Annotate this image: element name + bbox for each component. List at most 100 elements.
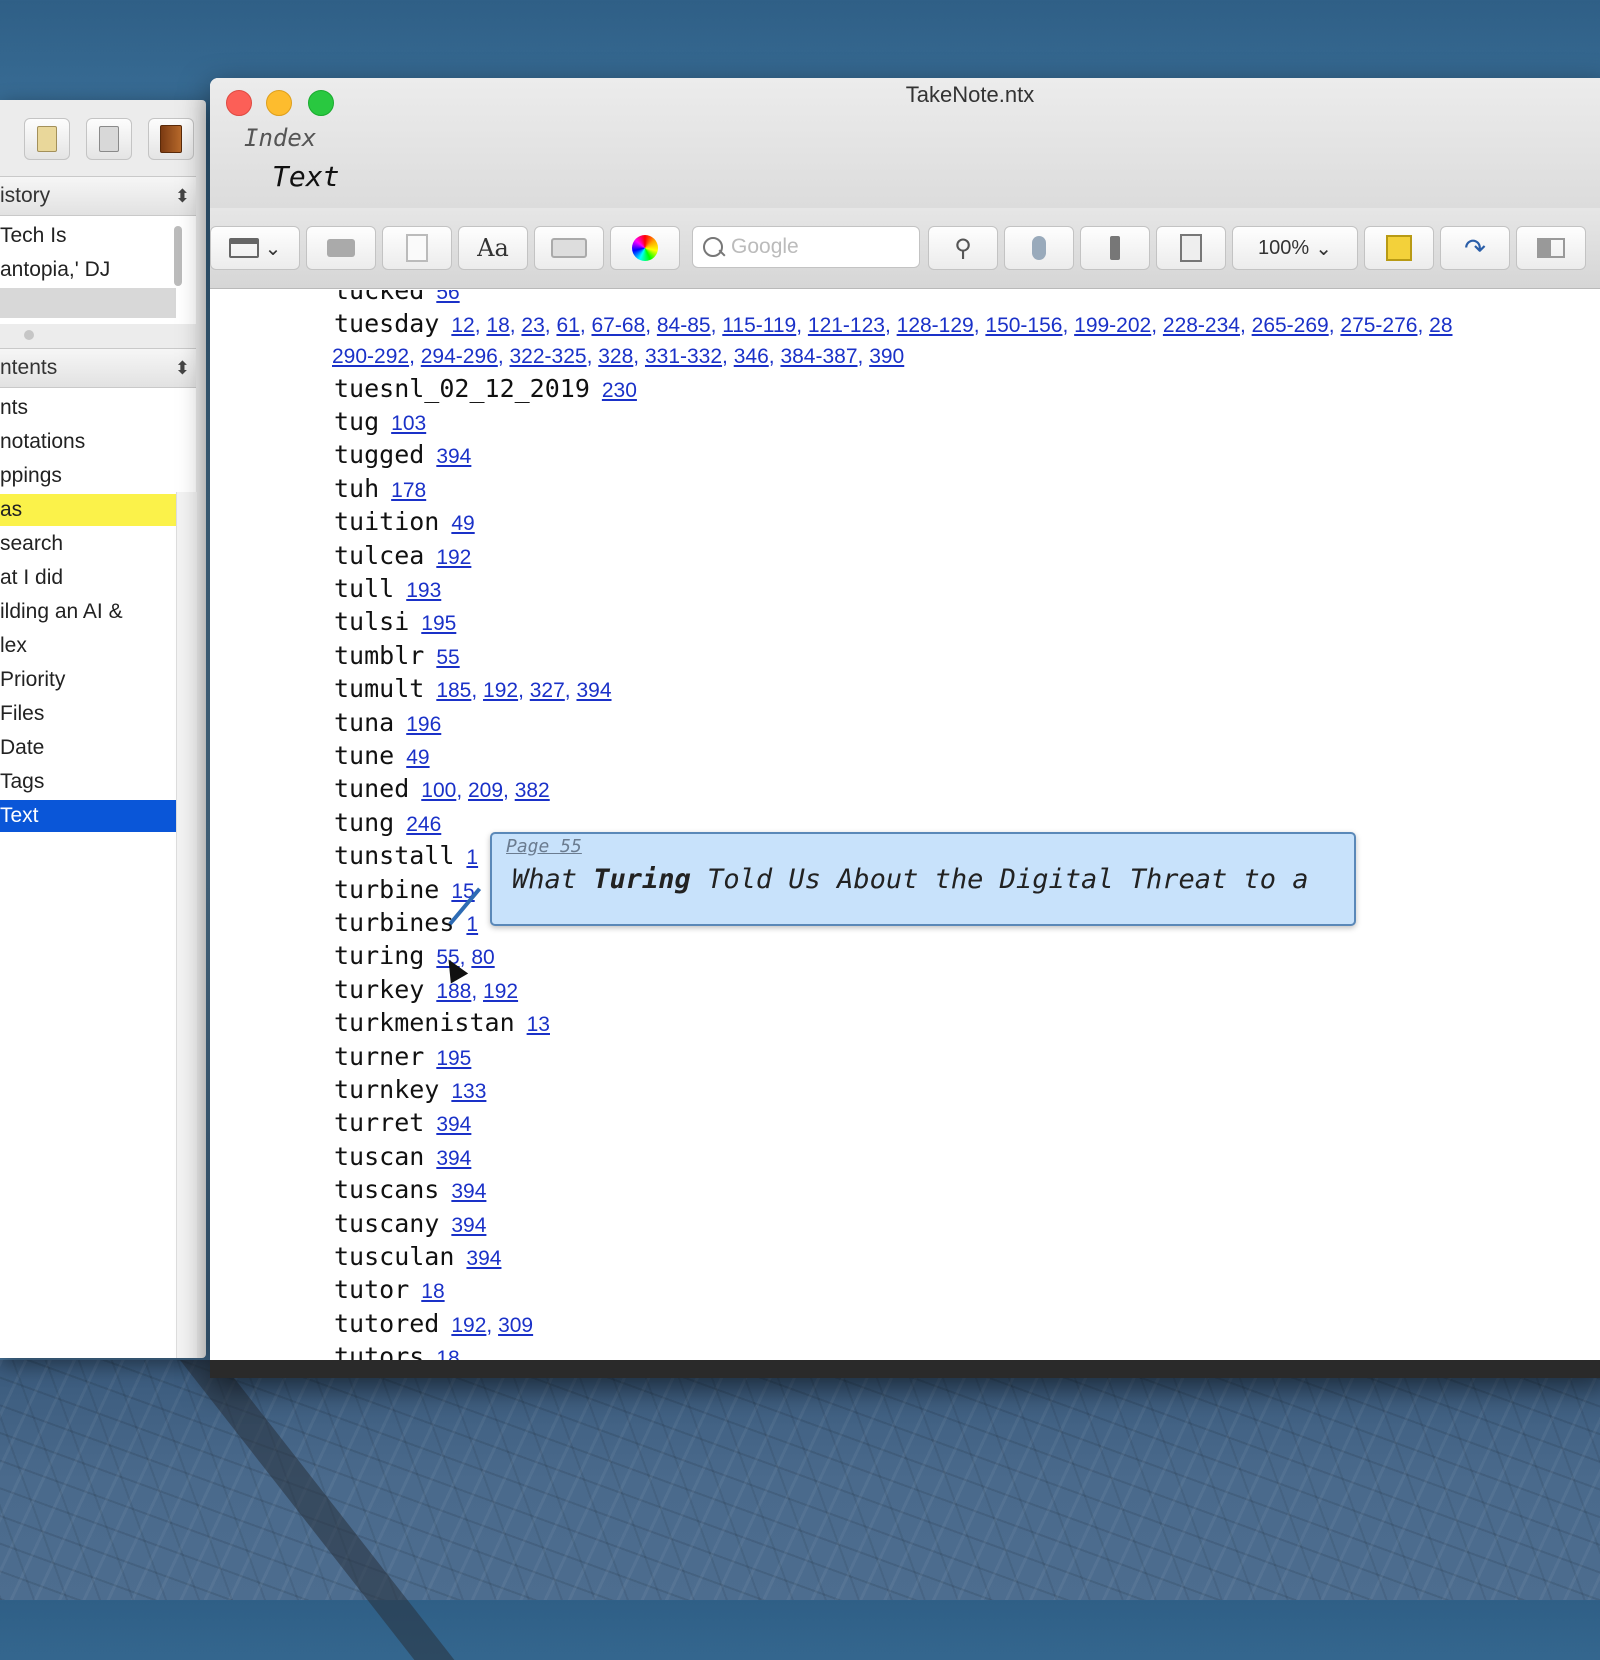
page-link[interactable]: 192 — [483, 980, 518, 1003]
page-link[interactable]: 294-296 — [421, 345, 498, 368]
page-button[interactable] — [382, 226, 452, 270]
layout-button[interactable]: ⌄ — [210, 226, 300, 270]
page-link[interactable]: 192 — [483, 679, 518, 702]
page-link[interactable]: 195 — [421, 612, 456, 635]
page-link[interactable]: 56 — [436, 290, 459, 304]
page-link[interactable]: 115-119 — [722, 314, 796, 337]
page-link[interactable]: 28 — [1429, 314, 1452, 337]
breadcrumb-text[interactable]: Text — [272, 160, 339, 193]
page-link[interactable]: 382 — [515, 779, 550, 802]
page-link[interactable]: 327 — [530, 679, 565, 702]
page-link[interactable]: 18 — [486, 314, 509, 337]
history-item[interactable]: Tech Is — [0, 220, 176, 252]
contents-item[interactable]: Files — [0, 698, 176, 730]
page-link[interactable]: 394 — [436, 445, 471, 468]
page-link[interactable]: 322-325 — [510, 345, 587, 368]
copy-document-button[interactable] — [86, 118, 132, 160]
page-link[interactable]: 265-269 — [1252, 314, 1329, 337]
page-link[interactable]: 61 — [556, 314, 579, 337]
page-link[interactable]: 196 — [406, 713, 441, 736]
new-document-button[interactable] — [24, 118, 70, 160]
page-link[interactable]: 195 — [436, 1047, 471, 1070]
page-link[interactable]: 18 — [436, 1347, 459, 1360]
contents-item-selected[interactable]: Text — [0, 800, 176, 832]
print-button[interactable] — [306, 226, 376, 270]
contents-item[interactable]: ilding an AI & — [0, 596, 176, 628]
page-link[interactable]: 178 — [391, 479, 426, 502]
page-link[interactable]: 390 — [869, 345, 904, 368]
page-link[interactable]: 80 — [471, 946, 494, 969]
contents-item-highlighted[interactable]: as — [0, 494, 176, 526]
page-link[interactable]: 331-332 — [645, 345, 722, 368]
pin-button[interactable]: ⚲ — [928, 226, 998, 270]
page-link[interactable]: 394 — [451, 1214, 486, 1237]
contents-item[interactable]: search — [0, 528, 176, 560]
page-link[interactable]: 309 — [498, 1314, 533, 1337]
page-link[interactable]: 394 — [436, 1147, 471, 1170]
page-link[interactable]: 49 — [406, 746, 429, 769]
page-link[interactable]: 290-292 — [332, 345, 409, 368]
page-link[interactable]: 230 — [602, 379, 637, 402]
search-field[interactable]: Google — [692, 226, 920, 268]
page-link[interactable]: 193 — [406, 579, 441, 602]
page-link[interactable]: 209 — [468, 779, 503, 802]
flashlight-button[interactable] — [1080, 226, 1150, 270]
contents-item[interactable]: Tags — [0, 766, 176, 798]
page-link[interactable]: 188 — [436, 980, 471, 1003]
history-item[interactable]: antopia,' DJ — [0, 254, 176, 286]
contents-header[interactable]: ntents ⬍ — [0, 348, 196, 388]
page-link[interactable]: 384-387 — [780, 345, 857, 368]
contents-item[interactable]: Priority — [0, 664, 176, 696]
page-link[interactable]: 394 — [576, 679, 611, 702]
contents-item[interactable]: ppings — [0, 460, 176, 492]
tooltip-page-link[interactable]: Page 55 — [506, 836, 582, 857]
contents-item[interactable]: nts — [0, 392, 176, 424]
page-link[interactable]: 394 — [436, 1113, 471, 1136]
breadcrumb-index[interactable]: Index — [244, 124, 316, 152]
history-header[interactable]: istory ⬍ — [0, 176, 196, 216]
page-link[interactable]: 275-276 — [1340, 314, 1417, 337]
history-stepper-icon[interactable]: ⬍ — [175, 177, 190, 215]
page-link[interactable]: 133 — [451, 1080, 486, 1103]
page-link[interactable]: 199-202 — [1074, 314, 1151, 337]
page-link[interactable]: 121-123 — [808, 314, 885, 337]
page-link[interactable]: 150-156 — [985, 314, 1062, 337]
page-link[interactable]: 394 — [451, 1180, 486, 1203]
split-handle[interactable] — [24, 330, 34, 340]
page-link[interactable]: 346 — [734, 345, 769, 368]
zoom-select[interactable]: 100% ⌄ — [1232, 226, 1358, 270]
page-link[interactable]: 1 — [466, 913, 478, 936]
note-button[interactable] — [1156, 226, 1226, 270]
contents-scrollbar-track[interactable] — [176, 492, 197, 1358]
page-link[interactable]: 192 — [436, 546, 471, 569]
keyboard-button[interactable] — [534, 226, 604, 270]
page-link[interactable]: 103 — [391, 412, 426, 435]
columns-button[interactable] — [1516, 226, 1586, 270]
contents-item[interactable]: lex — [0, 630, 176, 662]
page-link[interactable]: 13 — [527, 1013, 550, 1036]
page-link[interactable]: 192 — [451, 1314, 486, 1337]
share-button[interactable]: ↷ — [1440, 226, 1510, 270]
page-link[interactable]: 185 — [436, 679, 471, 702]
contents-item[interactable]: notations — [0, 426, 176, 458]
page-link[interactable]: 49 — [451, 512, 474, 535]
history-scrollbar[interactable] — [174, 226, 182, 286]
history-item-blank[interactable] — [0, 288, 176, 318]
page-link[interactable]: 328 — [598, 345, 633, 368]
notebook-button[interactable] — [148, 118, 194, 160]
page-link[interactable]: 1 — [466, 846, 478, 869]
contents-item[interactable]: at I did — [0, 562, 176, 594]
page-link[interactable]: 55 — [436, 646, 459, 669]
page-link[interactable]: 84-85 — [657, 314, 711, 337]
page-link[interactable]: 18 — [421, 1280, 444, 1303]
page-link[interactable]: 23 — [521, 314, 544, 337]
page-link[interactable]: 394 — [466, 1247, 501, 1270]
page-link[interactable]: 67-68 — [591, 314, 645, 337]
microphone-button[interactable]: ​ — [1004, 226, 1074, 270]
page-link[interactable]: 100 — [421, 779, 456, 802]
page-link[interactable]: 228-234 — [1163, 314, 1240, 337]
highlight-button[interactable] — [1364, 226, 1434, 270]
page-link[interactable]: 128-129 — [897, 314, 974, 337]
contents-item[interactable]: Date — [0, 732, 176, 764]
font-button[interactable]: Aa — [458, 226, 528, 270]
